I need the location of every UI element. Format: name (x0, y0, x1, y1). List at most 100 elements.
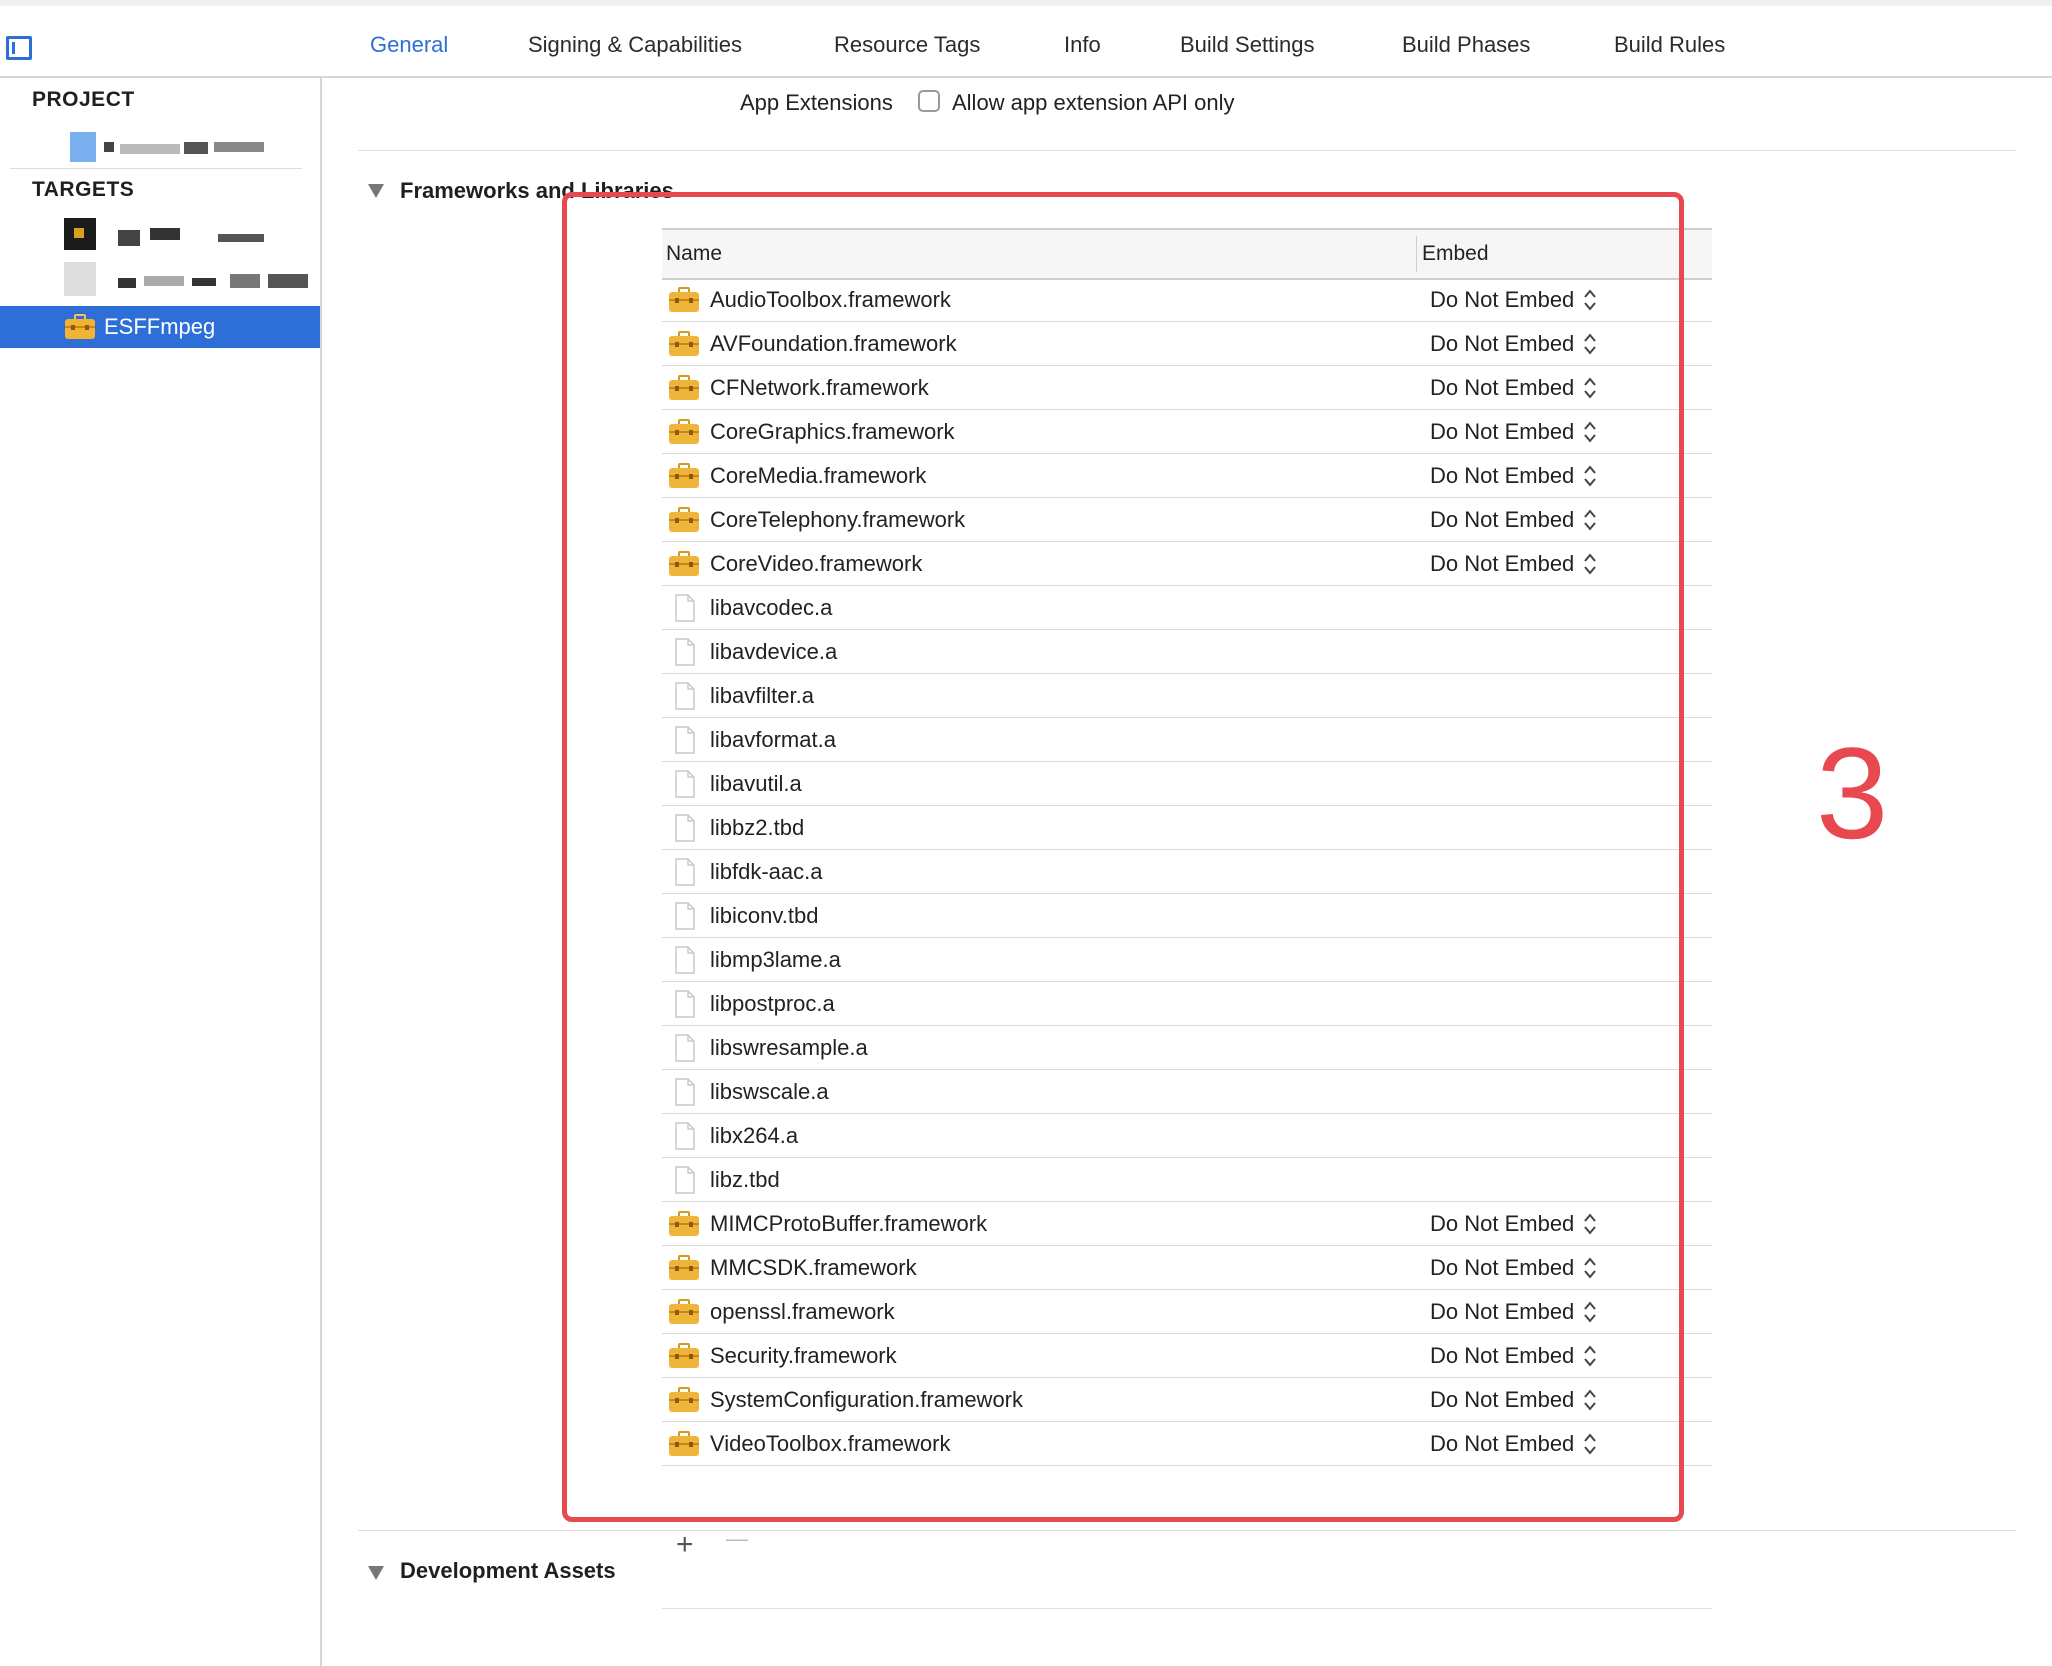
chevron-updown-icon[interactable] (1583, 286, 1597, 314)
tab-build-rules[interactable]: Build Rules (1614, 32, 1725, 58)
chevron-updown-icon[interactable] (1583, 1386, 1597, 1414)
chevron-updown-icon[interactable] (1583, 1342, 1597, 1370)
development-assets-title[interactable]: Development Assets (400, 1558, 616, 1584)
embed-popup-button[interactable]: Do Not Embed (1430, 1299, 1574, 1325)
framework-toolbox-icon (668, 1430, 700, 1458)
chevron-updown-icon[interactable] (1583, 1210, 1597, 1238)
tab-general[interactable]: General (370, 32, 448, 58)
framework-toolbox-icon (668, 506, 700, 534)
table-row[interactable]: CFNetwork.framework Do Not Embed (662, 366, 1712, 410)
table-row[interactable]: libavformat.a (662, 718, 1712, 762)
framework-name: openssl.framework (710, 1299, 895, 1324)
column-header-name[interactable]: Name (666, 242, 722, 266)
embed-popup-button[interactable]: Do Not Embed (1430, 1211, 1574, 1237)
framework-name: libpostproc.a (710, 991, 835, 1016)
framework-name: Security.framework (710, 1343, 897, 1368)
table-row[interactable]: CoreMedia.framework Do Not Embed (662, 454, 1712, 498)
redacted-block (144, 276, 184, 286)
embed-popup-button[interactable]: Do Not Embed (1430, 287, 1574, 313)
framework-name: AVFoundation.framework (710, 331, 957, 356)
framework-name: libavdevice.a (710, 639, 838, 664)
table-row[interactable]: AVFoundation.framework Do Not Embed (662, 322, 1712, 366)
sidebar-toggle-icon[interactable] (6, 36, 32, 60)
redacted-block (218, 234, 264, 242)
embed-popup-button[interactable]: Do Not Embed (1430, 1431, 1574, 1457)
add-framework-button[interactable]: + (676, 1528, 694, 1562)
chevron-updown-icon[interactable] (1583, 374, 1597, 402)
tab-signing-capabilities[interactable]: Signing & Capabilities (528, 32, 742, 58)
chevron-updown-icon[interactable] (1583, 506, 1597, 534)
chevron-updown-icon[interactable] (1583, 418, 1597, 446)
table-row[interactable]: MMCSDK.framework Do Not Embed (662, 1246, 1712, 1290)
file-document-icon (668, 638, 700, 666)
embed-popup-button[interactable]: Do Not Embed (1430, 463, 1574, 489)
embed-popup-button[interactable]: Do Not Embed (1430, 331, 1574, 357)
framework-name: VideoToolbox.framework (710, 1431, 951, 1456)
allow-app-extension-api-label[interactable]: Allow app extension API only (952, 90, 1235, 116)
chevron-updown-icon[interactable] (1583, 462, 1597, 490)
table-row[interactable]: libfdk-aac.a (662, 850, 1712, 894)
file-document-icon (668, 1122, 700, 1150)
project-icon (70, 132, 96, 162)
table-row[interactable]: libswresample.a (662, 1026, 1712, 1070)
chevron-updown-icon[interactable] (1583, 1430, 1597, 1458)
redacted-block (74, 228, 84, 238)
disclosure-triangle-icon[interactable] (368, 184, 384, 198)
disclosure-triangle-icon[interactable] (368, 1566, 384, 1580)
tab-resource-tags[interactable]: Resource Tags (834, 32, 980, 58)
general-settings-pane: App Extensions Allow app extension API o… (322, 78, 2052, 1666)
table-row[interactable]: CoreTelephony.framework Do Not Embed (662, 498, 1712, 542)
redacted-block (150, 228, 180, 240)
framework-name: libswscale.a (710, 1079, 829, 1104)
table-row[interactable]: libavdevice.a (662, 630, 1712, 674)
tab-build-settings[interactable]: Build Settings (1180, 32, 1315, 58)
embed-popup-button[interactable]: Do Not Embed (1430, 375, 1574, 401)
table-row[interactable]: libavfilter.a (662, 674, 1712, 718)
chevron-updown-icon[interactable] (1583, 1254, 1597, 1282)
redacted-block (230, 274, 260, 288)
table-row[interactable]: openssl.framework Do Not Embed (662, 1290, 1712, 1334)
table-row[interactable]: libx264.a (662, 1114, 1712, 1158)
app-extensions-label: App Extensions (740, 90, 893, 115)
divider (10, 168, 302, 169)
project-item[interactable] (0, 126, 320, 168)
allow-app-extension-api-checkbox[interactable] (918, 90, 940, 112)
chevron-updown-icon[interactable] (1583, 330, 1597, 358)
table-row[interactable]: Security.framework Do Not Embed (662, 1334, 1712, 1378)
table-row[interactable]: CoreGraphics.framework Do Not Embed (662, 410, 1712, 454)
embed-popup-button[interactable]: Do Not Embed (1430, 419, 1574, 445)
table-row[interactable]: libavcodec.a (662, 586, 1712, 630)
framework-toolbox-icon (668, 1254, 700, 1282)
table-row[interactable]: CoreVideo.framework Do Not Embed (662, 542, 1712, 586)
embed-popup-button[interactable]: Do Not Embed (1430, 551, 1574, 577)
tab-build-phases[interactable]: Build Phases (1402, 32, 1530, 58)
table-row[interactable]: libswscale.a (662, 1070, 1712, 1114)
file-document-icon (668, 1034, 700, 1062)
embed-popup-button[interactable]: Do Not Embed (1430, 1343, 1574, 1369)
embed-popup-button[interactable]: Do Not Embed (1430, 507, 1574, 533)
table-row[interactable]: SystemConfiguration.framework Do Not Embe… (662, 1378, 1712, 1422)
embed-popup-button[interactable]: Do Not Embed (1430, 1255, 1574, 1281)
framework-name: SystemConfiguration.framework (710, 1387, 1024, 1412)
target-item-esffmpeg[interactable]: ESFFmpeg (0, 306, 320, 348)
table-row[interactable]: libavutil.a (662, 762, 1712, 806)
table-row[interactable]: libiconv.tbd (662, 894, 1712, 938)
table-row[interactable]: libpostproc.a (662, 982, 1712, 1026)
frameworks-section-title[interactable]: Frameworks and Libraries (400, 178, 674, 204)
table-row[interactable]: AudioToolbox.framework Do Not Embed (662, 278, 1712, 322)
tab-info[interactable]: Info (1064, 32, 1101, 58)
target-item[interactable] (0, 214, 320, 256)
embed-popup-button[interactable]: Do Not Embed (1430, 1387, 1574, 1413)
table-row[interactable]: MIMCProtoBuffer.framework Do Not Embed (662, 1202, 1712, 1246)
column-header-embed[interactable]: Embed (1422, 242, 1489, 266)
framework-name: CoreVideo.framework (710, 551, 923, 576)
chevron-updown-icon[interactable] (1583, 1298, 1597, 1326)
chevron-updown-icon[interactable] (1583, 550, 1597, 578)
target-label: ESFFmpeg (104, 314, 216, 339)
framework-name: libavfilter.a (710, 683, 814, 708)
table-row[interactable]: libbz2.tbd (662, 806, 1712, 850)
table-row[interactable]: VideoToolbox.framework Do Not Embed (662, 1422, 1712, 1466)
target-item[interactable] (0, 260, 320, 302)
table-row[interactable]: libz.tbd (662, 1158, 1712, 1202)
table-row[interactable]: libmp3lame.a (662, 938, 1712, 982)
